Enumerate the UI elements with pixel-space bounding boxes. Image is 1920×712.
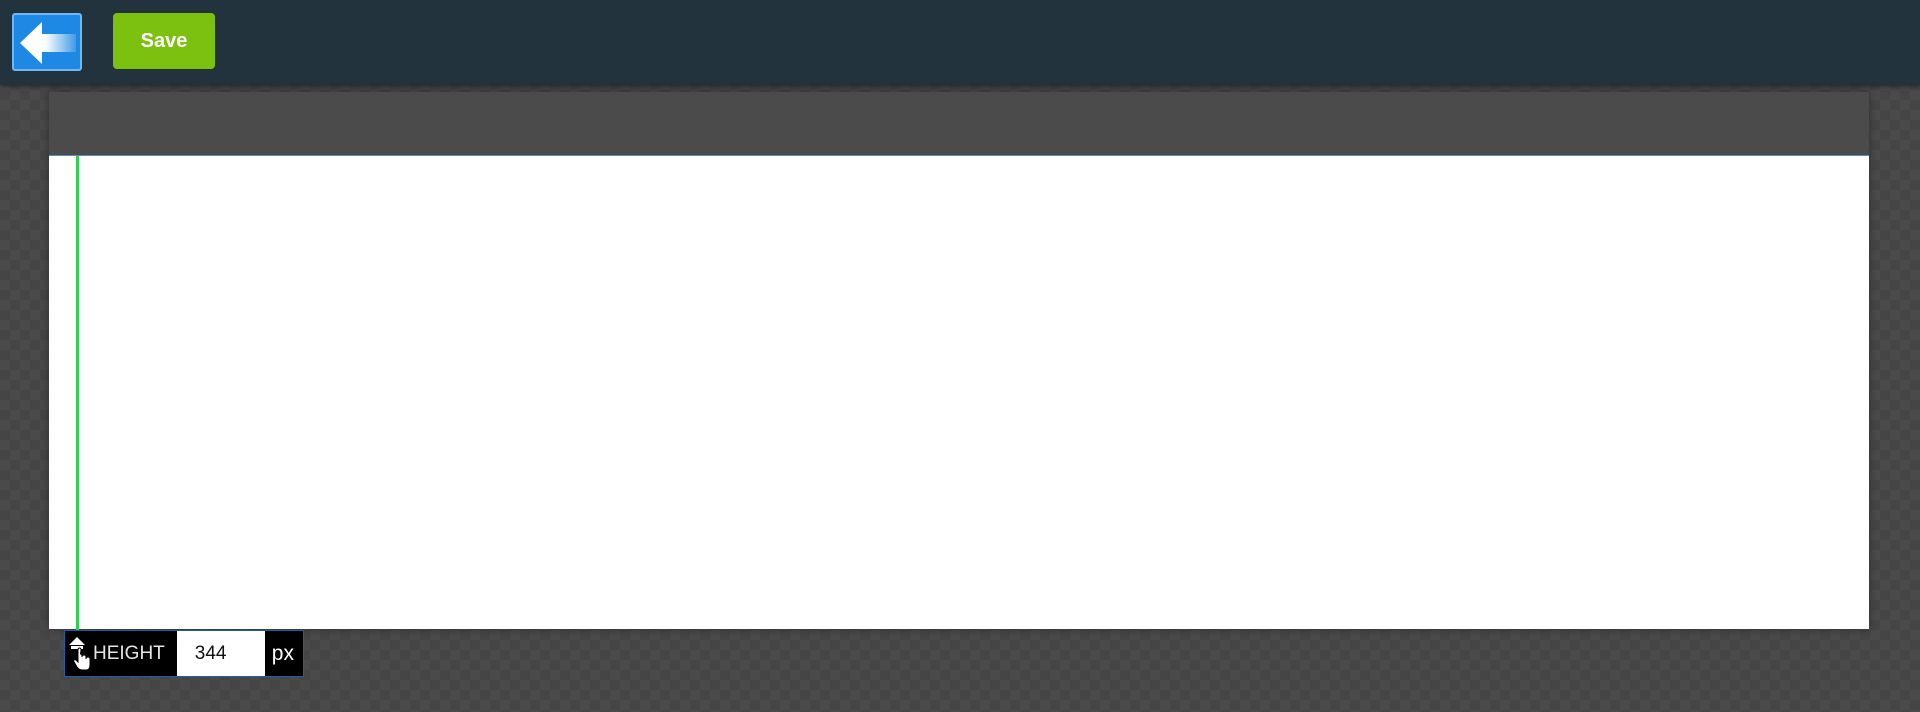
unit-label: px	[271, 641, 294, 665]
canvas-area[interactable]	[49, 155, 1869, 630]
editor-frame	[49, 92, 1869, 630]
frame-header	[49, 92, 1869, 155]
height-control: HEIGHT px	[64, 630, 304, 677]
save-button[interactable]: Save	[113, 13, 215, 69]
height-label: HEIGHT	[93, 642, 165, 664]
back-button[interactable]	[12, 13, 82, 71]
top-toolbar: Save	[0, 0, 1920, 85]
height-input[interactable]	[176, 631, 265, 676]
resize-vertical-icon	[69, 637, 91, 671]
arrow-left-icon	[20, 22, 76, 64]
guide-line[interactable]	[76, 156, 79, 630]
resize-handle[interactable]	[65, 631, 93, 676]
